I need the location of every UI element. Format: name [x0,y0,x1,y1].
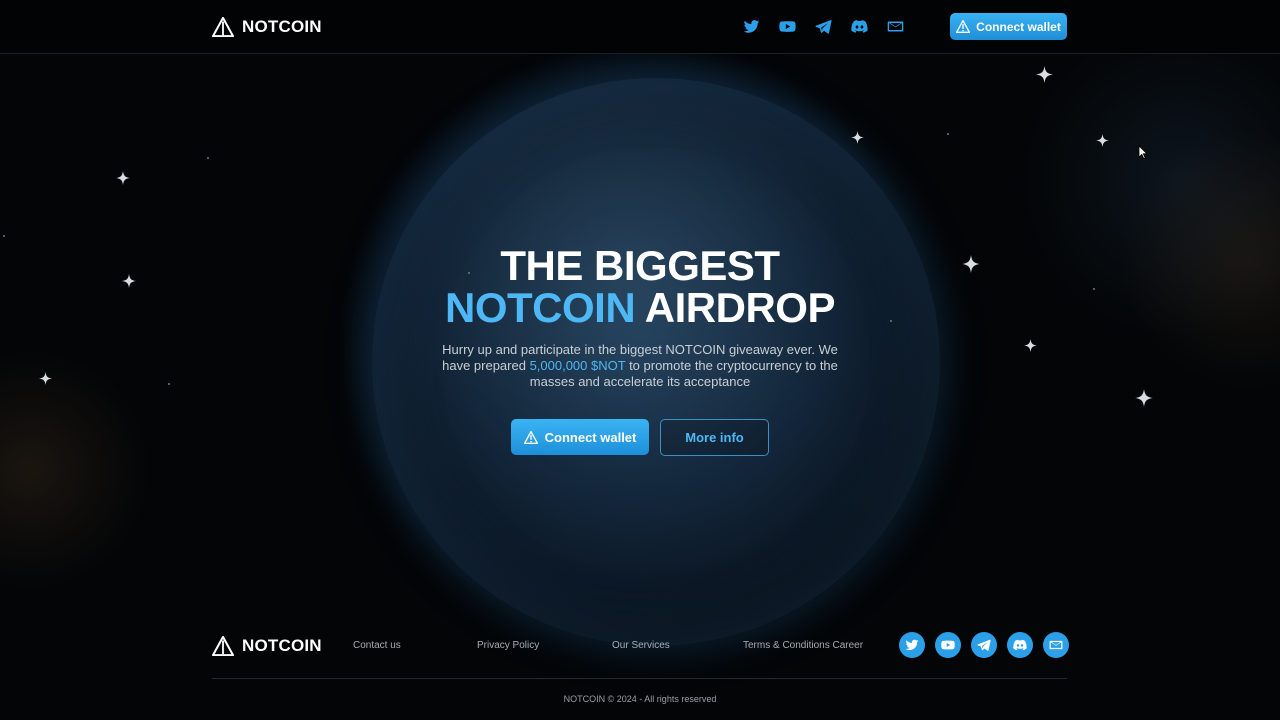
star-decoration [1135,389,1153,407]
warning-triangle-icon [523,430,538,444]
hero-title-line1: THE BIGGEST [500,242,780,289]
hero-title-line2: NOTCOIN AIRDROP [0,287,1280,329]
footer-link-privacy[interactable]: Privacy Policy [477,640,539,651]
warning-triangle-icon [956,20,971,33]
mail-icon[interactable] [886,17,904,35]
star-decoration [1096,134,1109,147]
youtube-icon[interactable] [778,17,796,35]
hero-description: Hurry up and participate in the biggest … [440,342,840,390]
footer-brand-logo[interactable]: NOTCOIN [212,636,322,656]
hero-desc-amount: 5,000,000 $NOT [529,358,626,373]
discord-icon[interactable] [850,17,868,35]
hero-title-accent: NOTCOIN [445,284,636,331]
footer-social-links [899,632,1069,658]
notcoin-logo-icon [212,636,234,656]
hero-connect-wallet-button[interactable]: Connect wallet [511,419,649,455]
copyright-text: NOTCOIN © 2024 - All rights reserved [563,694,717,704]
header-social-links [742,17,904,35]
header-connect-wallet-button[interactable]: Connect wallet [950,13,1067,40]
footer-link-contact[interactable]: Contact us [353,640,401,651]
twitter-icon[interactable] [742,17,760,35]
brand-name: NOTCOIN [242,17,322,36]
telegram-icon[interactable] [971,632,997,658]
star-decoration [116,171,130,185]
mouse-cursor-icon [1138,145,1148,159]
mail-icon[interactable] [1043,632,1069,658]
star-decoration [851,131,864,144]
star-decoration [1024,339,1037,352]
star-dot [207,157,209,159]
hero-title-rest: AIRDROP [644,284,836,331]
star-decoration [39,372,52,385]
telegram-icon[interactable] [814,17,832,35]
header-connect-wallet-label: Connect wallet [976,19,1061,34]
footer-link-terms[interactable]: Terms & Conditions Career [743,640,863,651]
star-dot [3,235,5,237]
hero-connect-wallet-label: Connect wallet [544,429,637,445]
star-dot [168,383,170,385]
footer-link-services[interactable]: Our Services [612,640,670,651]
star-decoration [1036,66,1053,83]
more-info-button[interactable]: More info [660,419,769,456]
brand-logo[interactable]: NOTCOIN [212,17,322,37]
notcoin-logo-icon [212,17,234,37]
footer-brand-name: NOTCOIN [242,636,322,655]
star-dot [947,133,949,135]
footer-divider [212,678,1067,679]
youtube-icon[interactable] [935,632,961,658]
discord-icon[interactable] [1007,632,1033,658]
twitter-icon[interactable] [899,632,925,658]
top-navbar: NOTCOIN Connect wallet [0,0,1280,54]
